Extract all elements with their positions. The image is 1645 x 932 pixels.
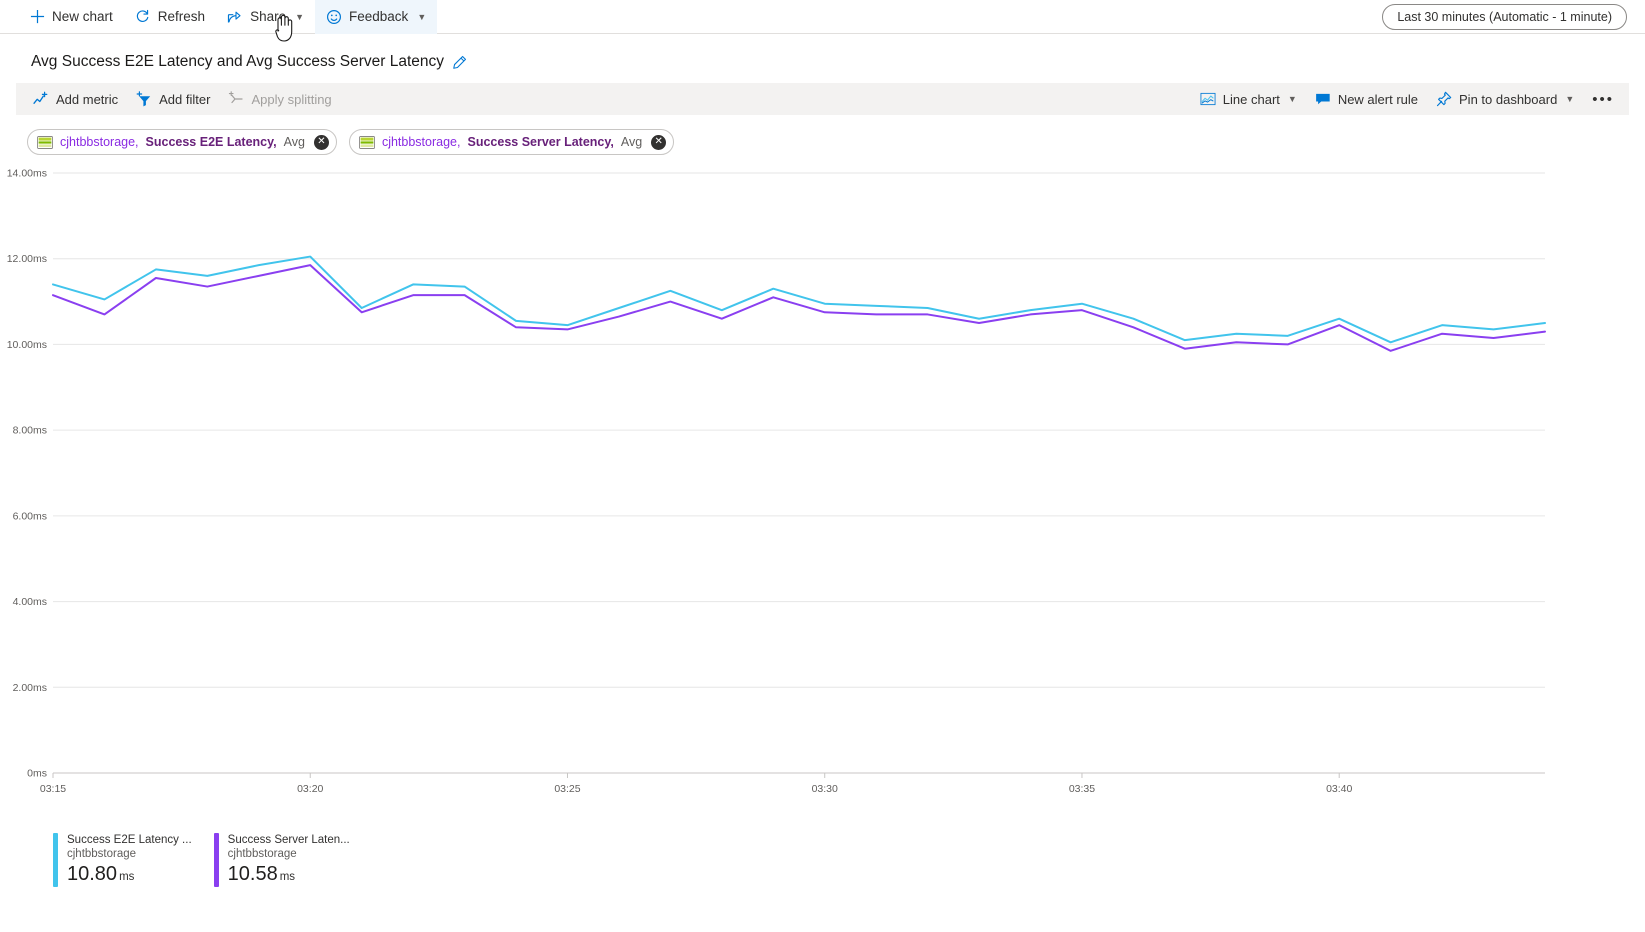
legend-value-row: 10.80ms <box>67 861 192 887</box>
refresh-icon <box>135 9 151 25</box>
chart-type-button[interactable]: Line chart ▼ <box>1191 84 1306 114</box>
x-axis-tick-label: 03:40 <box>1326 783 1352 795</box>
y-axis-tick-label: 10.00ms <box>7 339 47 351</box>
legend-unit: ms <box>119 871 134 883</box>
share-icon <box>227 9 243 25</box>
y-axis-tick-label: 0ms <box>27 768 47 780</box>
add-metric-icon <box>33 91 49 107</box>
metrics-line-chart[interactable]: 0ms 2.00ms 4.00ms 6.00ms 8.00ms 10.00ms 12.00m… <box>0 161 1620 821</box>
y-axis-tick-label: 8.00ms <box>13 425 47 437</box>
pin-to-dashboard-label: Pin to dashboard <box>1459 92 1557 107</box>
share-button[interactable]: Share ▼ <box>216 0 315 34</box>
legend-item[interactable]: Success E2E Latency ... cjhtbbstorage 10… <box>53 833 192 887</box>
y-axis-tick-label: 2.00ms <box>13 682 47 694</box>
legend-series-name: Success E2E Latency ... <box>67 833 192 847</box>
x-axis-tick-label: 03:30 <box>812 783 838 795</box>
refresh-button[interactable]: Refresh <box>124 0 216 34</box>
storage-account-icon <box>359 136 375 149</box>
x-axis-tick-label: 03:20 <box>297 783 323 795</box>
page-title: Avg Success E2E Latency and Avg Success … <box>31 53 444 71</box>
y-axis-tick-label: 12.00ms <box>7 253 47 265</box>
apply-splitting-icon <box>228 91 244 107</box>
chip-aggregation: Avg <box>284 135 305 149</box>
chevron-down-icon: ▼ <box>417 12 426 22</box>
add-metric-label: Add metric <box>56 92 118 107</box>
chevron-down-icon: ▼ <box>295 12 304 22</box>
alert-rule-icon <box>1315 91 1331 107</box>
refresh-label: Refresh <box>158 9 205 24</box>
pin-icon <box>1436 91 1452 107</box>
more-icon: ••• <box>1592 91 1614 108</box>
new-alert-rule-button[interactable]: New alert rule <box>1306 84 1427 114</box>
chart-plot-area[interactable]: 0ms 2.00ms 4.00ms 6.00ms 8.00ms 10.00ms 12.00m… <box>0 161 1645 831</box>
add-metric-button[interactable]: Add metric <box>24 84 127 114</box>
storage-account-icon <box>37 136 53 149</box>
share-label: Share <box>250 9 286 24</box>
legend-color-swatch <box>214 833 219 887</box>
chevron-down-icon: ▼ <box>1288 94 1297 104</box>
chevron-down-icon: ▼ <box>1565 94 1574 104</box>
y-axis-tick-label: 6.00ms <box>13 510 47 522</box>
series-line[interactable] <box>53 257 1545 343</box>
legend-series-name: Success Server Laten... <box>228 833 350 847</box>
feedback-label: Feedback <box>349 9 408 24</box>
y-axis-tick-label: 14.00ms <box>7 168 47 180</box>
legend-text: Success Server Laten... cjhtbbstorage 10… <box>228 833 350 887</box>
new-chart-button[interactable]: New chart <box>18 0 124 34</box>
more-options-button[interactable]: ••• <box>1583 84 1623 114</box>
chart-type-label: Line chart <box>1223 92 1280 107</box>
top-command-bar: New chart Refresh Share ▼ <box>0 0 1645 34</box>
add-filter-icon <box>136 91 152 107</box>
chip-metric-name: Success Server Latency, <box>467 135 613 149</box>
legend-resource-name: cjhtbbstorage <box>228 847 350 861</box>
metric-chip-list: cjhtbbstorage, Success E2E Latency, Avg … <box>0 115 1645 155</box>
pencil-icon[interactable] <box>452 55 467 70</box>
legend-value-row: 10.58ms <box>228 861 350 887</box>
chart-toolbar: Add metric Add filter Apply splitting <box>16 83 1629 115</box>
legend-value: 10.80 <box>67 863 117 885</box>
chip-metric-name: Success E2E Latency, <box>146 135 277 149</box>
legend-item[interactable]: Success Server Laten... cjhtbbstorage 10… <box>214 833 350 887</box>
smiley-icon <box>326 9 342 25</box>
chip-remove-button[interactable]: ✕ <box>314 135 329 150</box>
chip-resource-name: cjhtbbstorage, <box>60 135 139 149</box>
line-chart-icon <box>1200 91 1216 107</box>
series-line[interactable] <box>53 265 1545 351</box>
chart-legend: Success E2E Latency ... cjhtbbstorage 10… <box>0 833 1645 887</box>
apply-splitting-label: Apply splitting <box>251 92 331 107</box>
feedback-button[interactable]: Feedback ▼ <box>315 0 437 34</box>
chip-remove-button[interactable]: ✕ <box>651 135 666 150</box>
chip-resource-name: cjhtbbstorage, <box>382 135 461 149</box>
legend-unit: ms <box>280 871 295 883</box>
y-axis-tick-label: 4.00ms <box>13 596 47 608</box>
chip-aggregation: Avg <box>621 135 642 149</box>
legend-color-swatch <box>53 833 58 887</box>
new-alert-rule-label: New alert rule <box>1338 92 1418 107</box>
time-range-picker[interactable]: Last 30 minutes (Automatic - 1 minute) <box>1382 4 1627 30</box>
pin-to-dashboard-button[interactable]: Pin to dashboard ▼ <box>1427 84 1583 114</box>
metric-chip[interactable]: cjhtbbstorage, Success E2E Latency, Avg … <box>27 129 337 155</box>
x-axis-tick-label: 03:15 <box>40 783 66 795</box>
legend-text: Success E2E Latency ... cjhtbbstorage 10… <box>67 833 192 887</box>
add-filter-button[interactable]: Add filter <box>127 84 219 114</box>
add-filter-label: Add filter <box>159 92 210 107</box>
chart-title-row: Avg Success E2E Latency and Avg Success … <box>0 34 1645 74</box>
new-chart-label: New chart <box>52 9 113 24</box>
legend-value: 10.58 <box>228 863 278 885</box>
metrics-explorer-page: New chart Refresh Share ▼ <box>0 0 1645 932</box>
legend-resource-name: cjhtbbstorage <box>67 847 192 861</box>
x-axis-tick-label: 03:35 <box>1069 783 1095 795</box>
plus-icon <box>29 9 45 25</box>
apply-splitting-button[interactable]: Apply splitting <box>219 84 340 114</box>
metric-chip[interactable]: cjhtbbstorage, Success Server Latency, A… <box>349 129 674 155</box>
x-axis-tick-label: 03:25 <box>554 783 580 795</box>
